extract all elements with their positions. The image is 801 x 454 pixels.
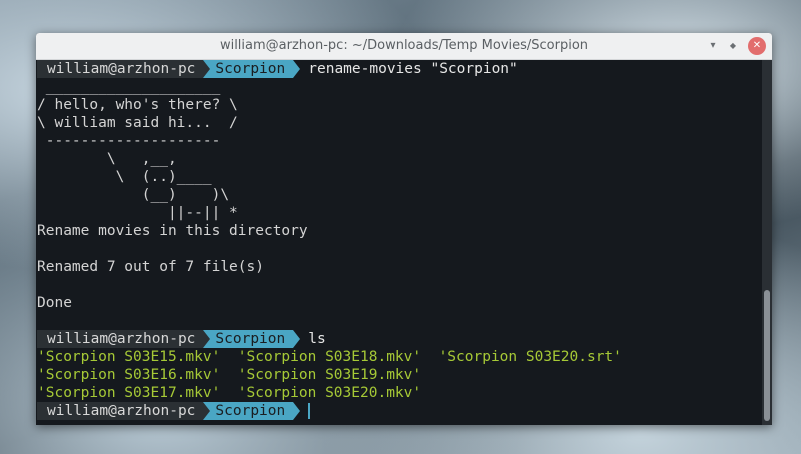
prompt-user: william@arzhon-pc <box>37 330 204 348</box>
cowsay-line: ____________________ <box>37 79 221 95</box>
close-icon[interactable]: ✕ <box>748 37 766 55</box>
prompt-line: william@arzhon-pc Scorpion ls <box>37 330 762 348</box>
text-cursor[interactable] <box>308 403 311 419</box>
maximize-icon[interactable]: ◆ <box>724 37 742 55</box>
prompt-user: william@arzhon-pc <box>37 60 204 78</box>
ls-row: 'Scorpion S03E17.mkv' 'Scorpion S03E20.m… <box>37 385 422 401</box>
prompt-line: william@arzhon-pc Scorpion rename-movies "… <box>37 60 762 78</box>
cowsay-line: \ ,__, <box>37 151 177 167</box>
cowsay-line: \ william said hi... / <box>37 115 238 131</box>
cowsay-line: ||--|| * <box>37 205 238 221</box>
ls-row: 'Scorpion S03E16.mkv' 'Scorpion S03E19.m… <box>37 367 422 383</box>
cowsay-line: \ (..)____ <box>37 169 212 185</box>
minimize-icon[interactable]: ▾ <box>704 37 722 55</box>
prompt-dir: Scorpion <box>203 402 294 420</box>
prompt-arrow <box>293 330 301 348</box>
prompt: william@arzhon-pc Scorpion <box>37 330 308 348</box>
prompt-dir: Scorpion <box>203 60 294 78</box>
prompt-arrow <box>293 60 301 78</box>
prompt-user: william@arzhon-pc <box>37 402 204 420</box>
output-line: Rename movies in this directory <box>37 223 308 239</box>
prompt-line: william@arzhon-pc Scorpion <box>37 402 762 420</box>
prompt-dir: Scorpion <box>203 330 294 348</box>
output-line: Renamed 7 out of 7 file(s) <box>37 259 264 275</box>
command-text: ls <box>308 331 326 347</box>
command-text: rename-movies "Scorpion" <box>308 61 518 77</box>
terminal-output[interactable]: william@arzhon-pc Scorpion rename-movies "… <box>36 60 762 425</box>
ls-row: 'Scorpion S03E15.mkv' 'Scorpion S03E18.m… <box>37 349 622 365</box>
prompt-arrow <box>293 402 301 420</box>
prompt: william@arzhon-pc Scorpion <box>37 402 308 420</box>
cowsay-line: -------------------- <box>37 133 221 149</box>
output-line: Done <box>37 295 72 311</box>
scrollbar[interactable] <box>762 60 772 425</box>
title-bar[interactable]: william@arzhon-pc: ~/Downloads/Temp Movi… <box>36 33 772 60</box>
cowsay-line: / hello, who's there? \ <box>37 97 238 113</box>
scrollbar-thumb[interactable] <box>764 290 770 421</box>
terminal-window: william@arzhon-pc: ~/Downloads/Temp Movi… <box>36 33 772 425</box>
prompt: william@arzhon-pc Scorpion <box>37 60 308 78</box>
window-title: william@arzhon-pc: ~/Downloads/Temp Movi… <box>219 38 589 53</box>
cowsay-line: (__) )\ <box>37 187 230 203</box>
